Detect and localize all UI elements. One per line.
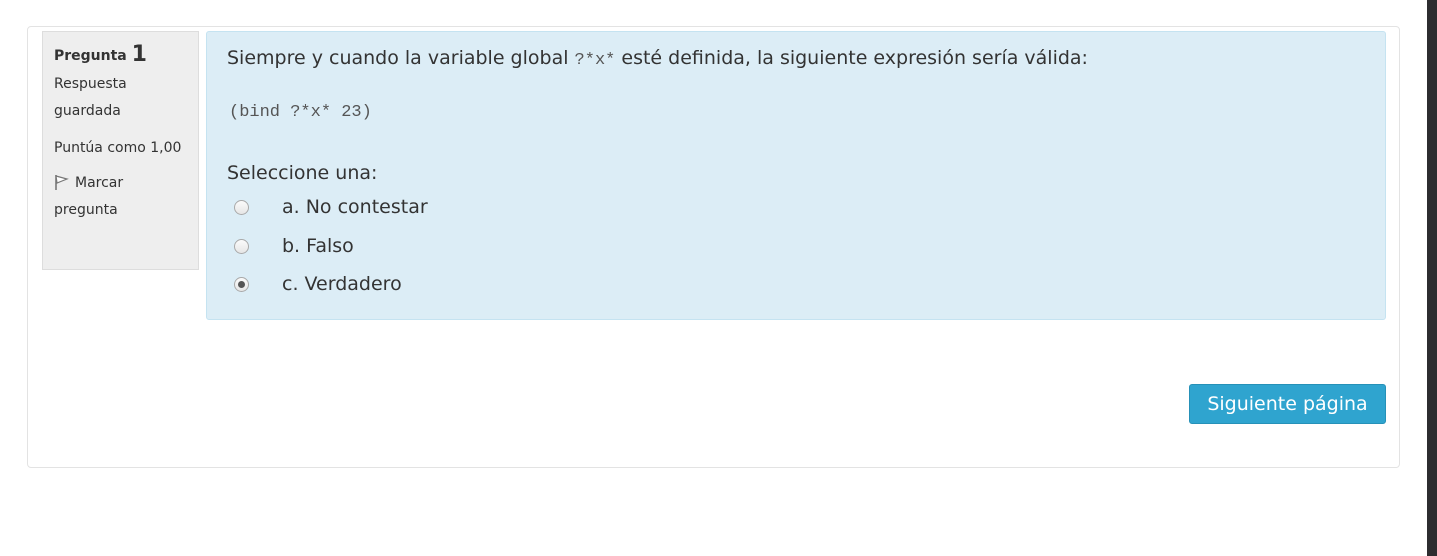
- radio-button-c[interactable]: [234, 276, 249, 292]
- question-state: Respuesta guardada: [54, 76, 127, 119]
- question-grade: Puntúa como 1,00: [54, 140, 182, 156]
- answer-option-b[interactable]: b. Falso: [234, 231, 354, 261]
- question-info: Pregunta 1 Respuesta guardada Puntúa com…: [42, 31, 199, 270]
- answer-option-a[interactable]: a. No contestar: [234, 192, 428, 222]
- question-text-code: ?*x*: [574, 51, 616, 70]
- window-edge: [1427, 0, 1437, 556]
- question-number: 1: [131, 42, 147, 67]
- question-text-after: esté definida, la siguiente expresión se…: [615, 47, 1088, 69]
- radio-button-b[interactable]: [234, 238, 249, 254]
- next-page-button[interactable]: Siguiente página: [1189, 384, 1386, 424]
- answer-option-c[interactable]: c. Verdadero: [234, 269, 402, 299]
- question-text-before: Siempre y cuando la variable global: [227, 47, 575, 69]
- question-content: Siempre y cuando la variable global ?*x*…: [206, 31, 1386, 320]
- radio-button-a[interactable]: [234, 199, 249, 215]
- question-number-heading: Pregunta 1: [54, 42, 188, 69]
- answer-label-c: c. Verdadero: [282, 273, 402, 295]
- code-expression: (bind ?*x* 23): [229, 103, 372, 122]
- question-text: Siempre y cuando la variable global ?*x*…: [227, 44, 1088, 75]
- flag-question-link[interactable]: Marcar pregunta: [54, 170, 188, 224]
- answer-prompt: Seleccione una:: [227, 162, 378, 184]
- answer-label-a: a. No contestar: [282, 196, 428, 218]
- question-label: Pregunta: [54, 48, 127, 64]
- flag-icon: [55, 175, 69, 190]
- answer-label-b: b. Falso: [282, 235, 354, 257]
